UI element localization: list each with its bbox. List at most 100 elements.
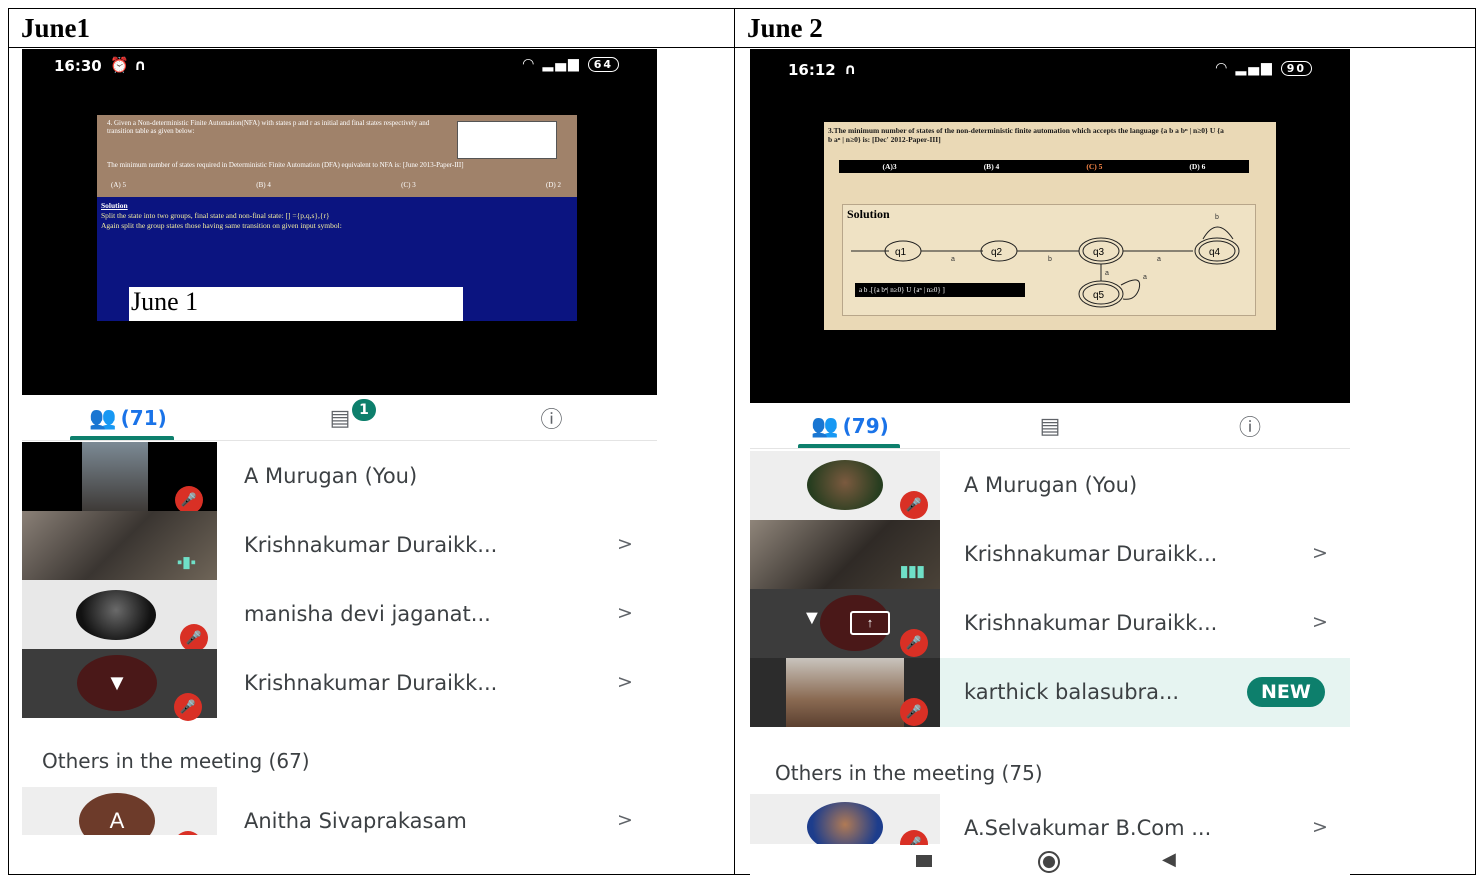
participant-row[interactable]: A 🎤 Anitha Sivaprakasam > (22, 787, 657, 835)
participant-row[interactable]: 🎤 A Murugan (You) (22, 442, 657, 514)
chevron-right-icon[interactable]: > (1312, 816, 1328, 838)
participant-name: Krishnakumar Duraikk... (964, 542, 1218, 566)
avatar: A (79, 793, 155, 835)
avatar (76, 590, 156, 640)
phone-screenshot: 16:12 ∩ ◠ ▂▄▆ 90 3.The minimum number of… (750, 49, 1350, 875)
signal-icon: ▂▄▆ (542, 56, 581, 72)
edge-label: a (1105, 270, 1109, 277)
avatar-letter: A (109, 808, 125, 833)
chat-badge: 1 (352, 399, 376, 421)
edge-label: a (1157, 256, 1161, 263)
participant-row[interactable]: 🎤 A Murugan (You) (750, 451, 1350, 520)
transition-table (457, 121, 557, 159)
chevron-right-icon[interactable]: > (1312, 611, 1328, 633)
nav-home-icon[interactable] (1038, 851, 1060, 873)
option-d: (D) 6 (1189, 162, 1206, 171)
tab-info[interactable]: ⓘ (446, 395, 657, 441)
status-time: 16:30 (54, 57, 102, 75)
column-title: June 2 (747, 13, 823, 43)
new-badge: NEW (1247, 677, 1325, 707)
participant-row[interactable]: ▮▮▮ Krishnakumar Duraikk... > (750, 520, 1350, 589)
mic-off-icon: 🎤 (900, 698, 928, 726)
mic-off-icon: 🎤 (175, 486, 203, 514)
participant-name: A Murugan (You) (244, 464, 418, 488)
tab-bar: 👥 (71) ▤ 1 ⓘ (22, 395, 657, 441)
slide-question-panel: 4. Given a Non-deterministic Finite Auto… (97, 115, 577, 197)
shared-slide: 4. Given a Non-deterministic Finite Auto… (97, 115, 577, 321)
battery-icon: 90 (1280, 61, 1312, 76)
solution-line-2: Again split the group states those havin… (101, 221, 342, 230)
chevron-right-icon[interactable]: > (617, 671, 633, 693)
info-icon: ⓘ (540, 408, 563, 433)
signal-icon: ▂▄▆ (1235, 60, 1274, 76)
headphones-icon: ∩ (844, 60, 857, 78)
others-header: Others in the meeting (67) (42, 749, 310, 773)
avatar: ▼ (77, 655, 157, 711)
chat-icon: ▤ (1039, 413, 1061, 439)
chevron-right-icon[interactable]: > (617, 533, 633, 555)
participant-tile: A (22, 787, 217, 835)
tab-chat[interactable]: ▤ (950, 403, 1150, 449)
nav-back-icon[interactable]: ◀ (1162, 849, 1176, 870)
tab-chat[interactable]: ▤ 1 (234, 395, 446, 441)
solution-line-1: Split the state into two groups, final s… (101, 211, 330, 220)
info-icon: ⓘ (1238, 416, 1261, 441)
solution-heading: Solution (101, 201, 128, 210)
people-icon: 👥 (89, 405, 117, 431)
participant-name: manisha devi jaganat... (244, 602, 491, 626)
state-label: q5 (1093, 290, 1105, 301)
participant-name: Krishnakumar Duraikk... (964, 611, 1218, 635)
android-nav-bar: ◀ (750, 845, 1350, 875)
chat-icon: ▤ (329, 405, 351, 431)
mic-off-icon: 🎤 (900, 491, 928, 519)
solution-box: Solution q1 q2 q3 q4 q5 a b a b a a a b … (842, 204, 1256, 316)
slide-question-2: The minimum number of states required in… (107, 161, 464, 169)
participant-name: Krishnakumar Duraikk... (244, 671, 498, 695)
tab-people[interactable]: 👥 (71) (22, 395, 234, 441)
alarm-icon: ⏰ (110, 56, 129, 74)
participant-row[interactable]: ▼ ↑ 🎤 Krishnakumar Duraikk... > (750, 589, 1350, 658)
avatar (807, 802, 883, 844)
status-icons: ◠ ▂▄▆ 64 (523, 56, 619, 72)
overlay-label-text: June 1 (131, 287, 199, 316)
others-header: Others in the meeting (75) (775, 761, 1043, 785)
participant-row[interactable]: 🎤 manisha devi jaganat... > (22, 580, 657, 652)
mic-off-icon: 🎤 (180, 624, 208, 652)
participant-row[interactable]: ▼ 🎤 Krishnakumar Duraikk... > (22, 649, 657, 721)
video-area: 16:30 ⏰ ∩ ◠ ▂▄▆ 64 4. Given a Non-determ… (22, 49, 657, 395)
chevron-right-icon[interactable]: > (1312, 542, 1328, 564)
chevron-right-icon[interactable]: > (617, 602, 633, 624)
wifi-icon: ◠ (522, 56, 536, 72)
active-tab-indicator (798, 444, 900, 448)
present-icon: ↑ (850, 611, 890, 635)
state-label: q4 (1209, 247, 1221, 258)
participant-row[interactable]: ▪▮▪ Krishnakumar Duraikk... > (22, 511, 657, 580)
option-c: (C) 5 (1086, 162, 1103, 171)
tab-info[interactable]: ⓘ (1150, 403, 1350, 449)
participant-name: A.Selvakumar B.Com ... (964, 816, 1212, 840)
battery-icon: 64 (587, 57, 619, 72)
table-cell-june1: June1 16:30 ⏰ ∩ ◠ ▂▄▆ 64 4. Given a Non-… (8, 8, 735, 875)
participant-row-highlighted[interactable]: 🎤 karthick balasubra... NEW (750, 658, 1350, 727)
participant-face (786, 658, 904, 727)
state-diagram: q1 q2 q3 q4 q5 a b a b a a (851, 214, 1240, 308)
option-a: (A) 5 (111, 181, 126, 189)
tab-people[interactable]: 👥 (79) (750, 403, 950, 449)
divider (9, 47, 734, 48)
edge-label: a (1143, 274, 1147, 281)
wifi-icon: ◠ (1215, 60, 1229, 76)
nav-square-icon[interactable] (916, 855, 932, 867)
edge-label: a (951, 256, 955, 263)
option-b: (B) 4 (983, 162, 1000, 171)
shared-slide: 3.The minimum number of states of the no… (824, 122, 1276, 330)
participant-face (82, 442, 148, 511)
slide-overlay-label: June 1 (129, 287, 463, 321)
slide-options: (A)3 (B) 4 (C) 5 (D) 6 (839, 160, 1249, 173)
people-count: (71) (120, 406, 167, 430)
audio-level-icon: ▪▮▪ (177, 554, 196, 571)
chevron-right-icon[interactable]: > (617, 809, 633, 831)
slide-question: 4. Given a Non-deterministic Finite Auto… (107, 119, 430, 135)
divider (735, 47, 1475, 48)
tab-bar: 👥 (79) ▤ ⓘ (750, 403, 1350, 449)
pin-icon: ▼ (106, 670, 128, 695)
